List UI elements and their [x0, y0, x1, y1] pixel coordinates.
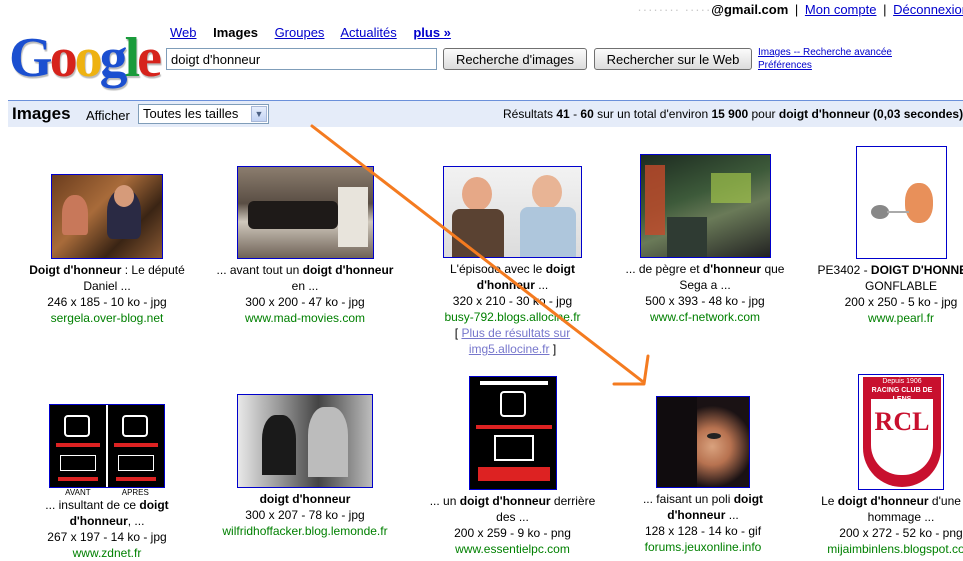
result-caption-line2: GONFLABLE	[864, 279, 938, 293]
result-item: ... de pègre et d'honneur que Sega a ...…	[610, 154, 800, 325]
result-meta: 320 x 210 - 30 ko - jpg	[452, 294, 573, 308]
result-caption: ... faisant un poli doigt	[642, 492, 764, 506]
more-results: [ Plus de résultats sur	[454, 326, 571, 340]
result-meta: 200 x 250 - 5 ko - jpg	[844, 295, 958, 309]
section-title: Images	[12, 104, 71, 123]
user-bar: ········ ·····@gmail.com | Mon compte | …	[637, 2, 963, 17]
size-select-value: Toutes les tailles	[143, 106, 239, 121]
result-item: L'épisode avec le doigt d'honneur ... 32…	[410, 166, 615, 357]
search-images-button[interactable]: Recherche d'images	[443, 48, 587, 70]
result-meta: 300 x 207 - 78 ko - jpg	[245, 508, 365, 522]
result-meta: 300 x 200 - 47 ko - jpg	[245, 295, 365, 309]
user-email: ········ ·····@gmail.com	[637, 2, 789, 17]
search-web-button[interactable]: Rechercher sur le Web	[594, 48, 752, 70]
nav-web[interactable]: Web	[170, 25, 197, 40]
club-since: Depuis 1906	[882, 378, 922, 385]
advanced-search-link[interactable]: Images -- Recherche avancée	[758, 46, 892, 59]
result-caption-line2: d'honneur ...	[667, 508, 739, 522]
club-logo-text: RCL	[874, 407, 930, 436]
show-label: Afficher	[86, 108, 130, 123]
result-url[interactable]: www.cf-network.com	[610, 309, 800, 325]
thumbnail-labels: AVANT APRES	[65, 488, 149, 497]
result-thumbnail[interactable]	[236, 166, 374, 259]
result-url[interactable]: www.mad-movies.com	[210, 310, 400, 326]
result-caption-line2: en ...	[291, 279, 319, 293]
more-results-host[interactable]: img5.allocine.fr	[469, 342, 550, 356]
result-thumbnail[interactable]	[656, 396, 750, 488]
result-item: doigt d'honneur 300 x 207 - 78 ko - jpg …	[210, 394, 400, 539]
result-caption: ... insultant de ce doigt	[45, 498, 169, 512]
result-caption: ... avant tout un doigt d'honneur	[216, 263, 394, 277]
nav-news[interactable]: Actualités	[340, 25, 396, 40]
result-url[interactable]: wilfridhoffacker.blog.lemonde.fr	[210, 523, 400, 539]
nav-images: Images	[213, 25, 258, 40]
result-caption-line2: d'honneur, ...	[69, 514, 145, 528]
result-caption-line2: des ...	[496, 510, 529, 524]
result-caption: Doigt d'honneur : Le député	[29, 263, 185, 277]
nav-groups[interactable]: Groupes	[275, 25, 325, 40]
size-select[interactable]: Toutes les tailles ▼	[138, 104, 269, 124]
result-caption: ... de pègre et d'honneur que	[625, 262, 785, 276]
search-input[interactable]	[166, 48, 437, 70]
result-item: AVANT APRES ... insultant de ce doigt d'…	[12, 404, 202, 561]
result-meta: 500 x 393 - 48 ko - jpg	[645, 294, 765, 308]
result-item: ... faisant un poli doigt d'honneur ... …	[608, 396, 798, 555]
result-item: ... un doigt d'honneur derrière des ... …	[410, 376, 615, 557]
result-item: PE3402 - DOIGT D'HONNEUR GONFLABLE 200 x…	[806, 146, 963, 326]
result-caption-line2: d'honneur ...	[476, 278, 549, 292]
result-url[interactable]: busy-792.blogs.allocine.fr	[410, 309, 615, 325]
search-nav: Web Images Groupes Actualités plus »	[170, 25, 464, 40]
result-thumbnail[interactable]	[855, 146, 947, 259]
result-meta: 200 x 259 - 9 ko - png	[454, 526, 571, 540]
result-thumbnail[interactable]: Depuis 1906 RACING CLUB DE LENS RCL	[858, 374, 944, 490]
result-thumbnail[interactable]	[468, 376, 557, 490]
nav-more[interactable]: plus »	[413, 25, 451, 40]
result-item: ... avant tout un doigt d'honneur en ...…	[210, 166, 400, 326]
google-logo[interactable]: Google	[9, 30, 162, 86]
result-meta: 246 x 185 - 10 ko - jpg	[47, 295, 167, 309]
result-item: Depuis 1906 RACING CLUB DE LENS RCL Le d…	[806, 374, 963, 557]
result-caption-line2: Daniel ...	[83, 279, 131, 293]
result-thumbnail[interactable]	[51, 174, 163, 259]
result-meta: 128 x 128 - 14 ko - gif	[644, 524, 762, 538]
result-caption-line2: Sega a ...	[679, 278, 731, 292]
my-account-link[interactable]: Mon compte	[805, 2, 877, 17]
result-caption-line2: hommage ...	[867, 510, 935, 524]
result-url[interactable]: www.zdnet.fr	[12, 545, 202, 561]
results-bar: Images Afficher Toutes les tailles ▼ Rés…	[8, 100, 963, 127]
result-thumbnail[interactable]	[443, 166, 582, 258]
results-stats: Résultats 41 - 60 sur un total d'environ…	[503, 107, 963, 121]
result-caption: PE3402 - DOIGT D'HONNEUR	[817, 263, 963, 277]
chevron-down-icon[interactable]: ▼	[251, 106, 267, 122]
more-results-link[interactable]: Plus de résultats sur	[461, 326, 570, 340]
result-meta: 267 x 197 - 14 ko - jpg	[47, 530, 167, 544]
result-thumbnail[interactable]	[639, 154, 771, 258]
result-meta: 200 x 272 - 52 ko - png	[839, 526, 963, 540]
result-url[interactable]: www.pearl.fr	[806, 310, 963, 326]
result-thumbnail[interactable]	[49, 404, 165, 488]
preferences-link[interactable]: Préférences	[758, 59, 892, 72]
search-side-links: Images -- Recherche avancée Préférences	[758, 46, 892, 72]
result-caption: Le doigt d'honneur d'une ruc	[821, 494, 963, 508]
result-url[interactable]: forums.jeuxonline.info	[608, 539, 798, 555]
result-caption: L'épisode avec le doigt	[449, 262, 576, 276]
result-url[interactable]: sergela.over-blog.net	[12, 310, 202, 326]
result-item: Doigt d'honneur : Le député Daniel ... 2…	[12, 174, 202, 326]
result-url[interactable]: www.essentielpc.com	[410, 541, 615, 557]
logout-link[interactable]: Déconnexion	[893, 2, 963, 17]
result-url[interactable]: mijaimbinlens.blogspot.com	[806, 541, 963, 557]
result-caption: doigt d'honneur	[259, 492, 351, 506]
result-caption: ... un doigt d'honneur derrière	[429, 494, 596, 508]
result-thumbnail[interactable]	[237, 394, 373, 488]
